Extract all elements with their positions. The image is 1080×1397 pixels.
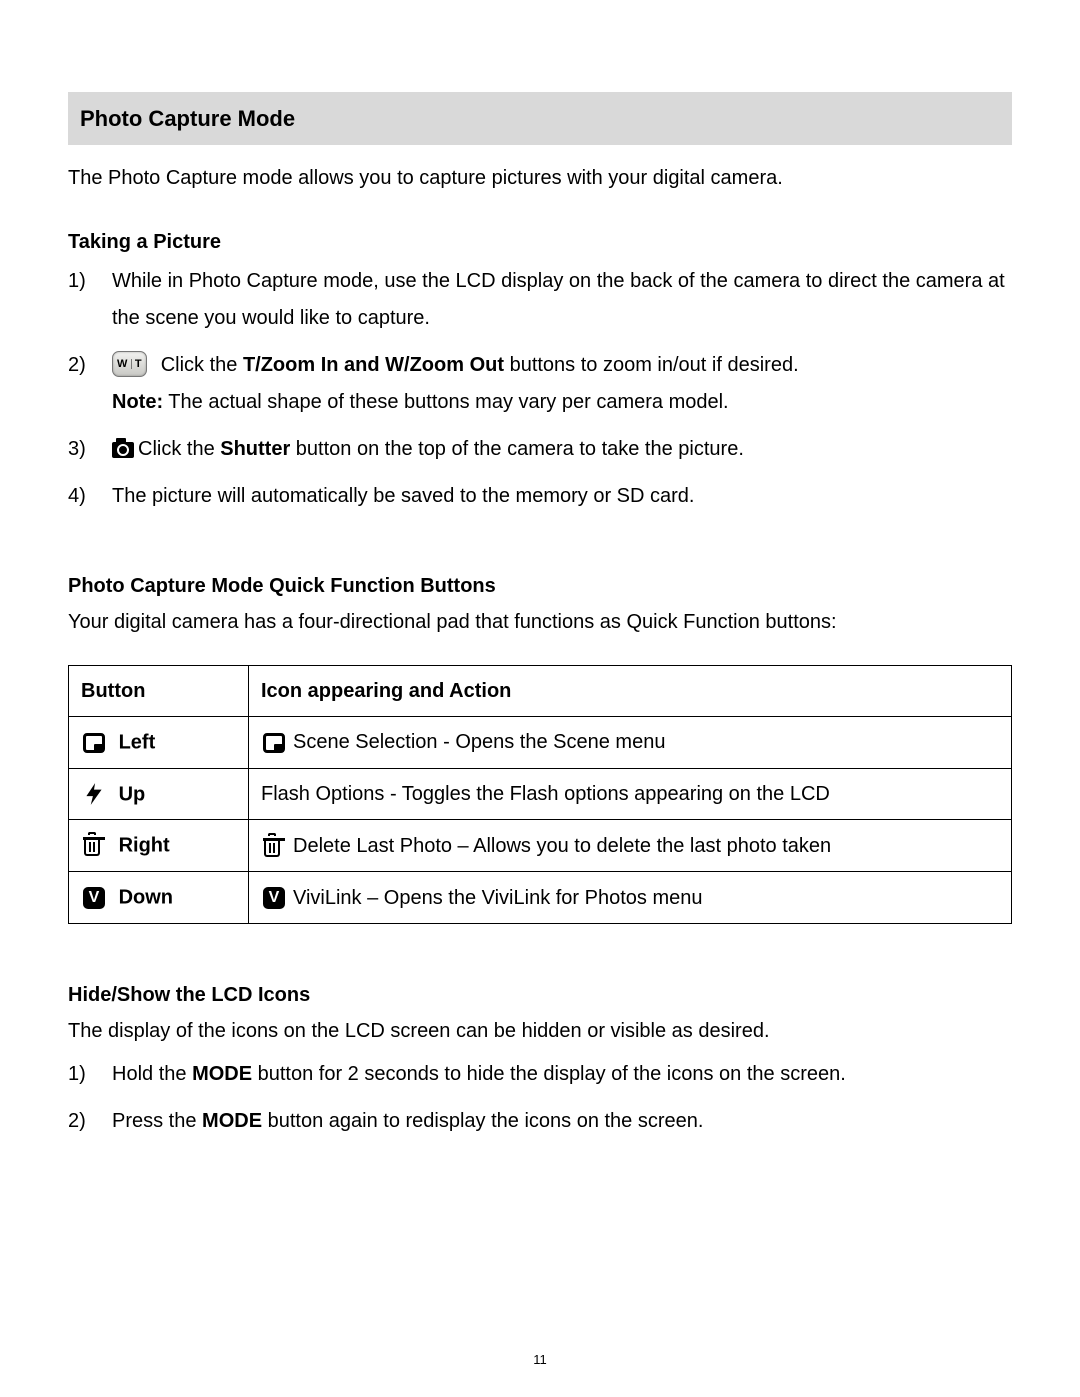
step-4: 4) The picture will automatically be sav… xyxy=(68,478,1012,515)
step-number: 2) xyxy=(68,347,112,421)
scene-icon xyxy=(81,731,107,755)
action-text: Flash Options - Toggles the Flash option… xyxy=(261,783,830,805)
step-1: 1) While in Photo Capture mode, use the … xyxy=(68,263,1012,337)
zoom-t-label: T xyxy=(135,358,142,370)
step-text: button again to redisplay the icons on t… xyxy=(262,1110,703,1132)
zoom-w-label: W xyxy=(117,358,128,370)
table-row: Right Delete Last Photo – Allows you to … xyxy=(69,820,1012,872)
button-label: Right xyxy=(119,835,170,857)
step-text: Click the xyxy=(161,354,243,376)
header-button: Button xyxy=(69,666,249,717)
camera-icon xyxy=(112,442,134,458)
section-heading: Photo Capture Mode xyxy=(68,92,1012,145)
table-row: Up Flash Options - Toggles the Flash opt… xyxy=(69,768,1012,820)
table-header-row: Button Icon appearing and Action xyxy=(69,666,1012,717)
zoom-bold: T/Zoom In and W/Zoom Out xyxy=(243,354,504,376)
step-text: Press the xyxy=(112,1110,202,1132)
step-number: 4) xyxy=(68,478,112,515)
shutter-bold: Shutter xyxy=(220,438,290,460)
step-text: Click the xyxy=(138,438,220,460)
step-text: button for 2 seconds to hide the display… xyxy=(252,1063,846,1085)
qf-title: Photo Capture Mode Quick Function Button… xyxy=(68,571,1012,601)
hideshow-title: Hide/Show the LCD Icons xyxy=(68,980,1012,1010)
table-row: Left Scene Selection - Opens the Scene m… xyxy=(69,717,1012,769)
step-number: 1) xyxy=(68,1056,112,1093)
action-text: Delete Last Photo – Allows you to delete… xyxy=(293,835,831,857)
button-label: Up xyxy=(119,783,146,805)
taking-picture-title: Taking a Picture xyxy=(68,227,1012,257)
intro-text: The Photo Capture mode allows you to cap… xyxy=(68,163,1012,193)
scene-icon xyxy=(261,731,287,755)
step-number: 3) xyxy=(68,431,112,468)
step-text: While in Photo Capture mode, use the LCD… xyxy=(112,263,1012,337)
step-3: 3) Click the Shutter button on the top o… xyxy=(68,431,1012,468)
step-text: Hold the xyxy=(112,1063,192,1085)
hideshow-step-1: 1) Hold the MODE button for 2 seconds to… xyxy=(68,1056,1012,1093)
note-text: The actual shape of these buttons may va… xyxy=(163,391,729,413)
button-label: Left xyxy=(119,732,156,754)
mode-bold: MODE xyxy=(202,1110,262,1132)
note-label: Note: xyxy=(112,391,163,413)
action-text: ViviLink – Opens the ViviLink for Photos… xyxy=(293,887,703,909)
header-action: Icon appearing and Action xyxy=(249,666,1012,717)
page-number: 11 xyxy=(0,1350,1080,1370)
step-text: buttons to zoom in/out if desired. xyxy=(504,354,799,376)
step-number: 2) xyxy=(68,1103,112,1140)
trash-icon xyxy=(81,834,107,858)
hideshow-step-2: 2) Press the MODE button again to redisp… xyxy=(68,1103,1012,1140)
flash-icon xyxy=(81,782,107,806)
qf-intro: Your digital camera has a four-direction… xyxy=(68,607,1012,637)
table-row: V Down V ViviLink – Opens the ViviLink fo… xyxy=(69,872,1012,924)
step-text: button on the top of the camera to take … xyxy=(290,438,744,460)
mode-bold: MODE xyxy=(192,1063,252,1085)
step-2: 2) WT Click the T/Zoom In and W/Zoom Out… xyxy=(68,347,1012,421)
quick-function-table: Button Icon appearing and Action Left Sc… xyxy=(68,665,1012,924)
trash-icon xyxy=(261,835,287,859)
hideshow-intro: The display of the icons on the LCD scre… xyxy=(68,1016,1012,1046)
step-text: The picture will automatically be saved … xyxy=(112,478,1012,515)
action-text: Scene Selection - Opens the Scene menu xyxy=(293,731,665,753)
vivilink-icon: V xyxy=(261,886,287,910)
step-number: 1) xyxy=(68,263,112,337)
vivilink-icon: V xyxy=(81,886,107,910)
button-label: Down xyxy=(119,887,173,909)
zoom-wt-icon: WT xyxy=(112,351,147,377)
